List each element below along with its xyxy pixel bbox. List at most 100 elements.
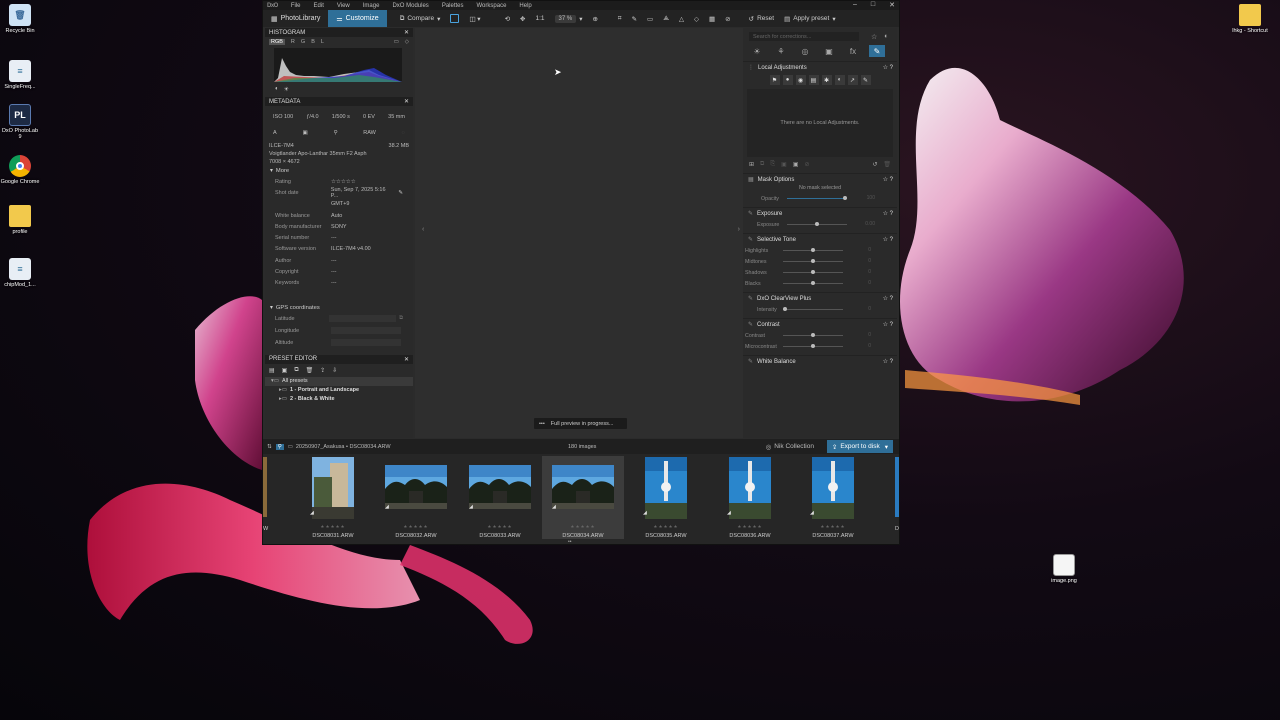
nik-collection-button[interactable]: ◎ Nik Collection <box>761 440 819 453</box>
intensity-slider[interactable] <box>783 307 843 311</box>
help-icon[interactable]: ? <box>890 211 893 217</box>
color-tab-icon[interactable]: ⚘ <box>773 45 789 57</box>
help-icon[interactable]: ? <box>890 177 893 183</box>
star-icon[interactable]: ☆ <box>883 65 888 71</box>
moon-icon[interactable]: ◐ <box>275 86 279 93</box>
clipping-icon[interactable]: ◇ <box>405 39 409 45</box>
thumbnail-rating[interactable]: ★★★★★ <box>542 524 624 530</box>
contrast-value[interactable]: 0 <box>851 332 871 339</box>
clearview-header[interactable]: ✎ DxO ClearView Plus ☆ ? <box>743 292 897 304</box>
edit-icon[interactable]: ✎ <box>398 190 403 196</box>
close-icon[interactable]: ✕ <box>404 356 409 363</box>
midtones-slider[interactable] <box>783 259 843 263</box>
highlights-slider[interactable] <box>783 248 843 252</box>
duplicate-icon[interactable]: ⧉ <box>760 161 764 168</box>
exposure-slider[interactable] <box>787 222 847 226</box>
gps-toggle[interactable]: ▾ GPS coordinates <box>265 303 413 313</box>
add-mask-icon[interactable]: ⊞ <box>749 161 754 168</box>
repair-button[interactable]: ◇ <box>689 15 704 23</box>
shadows-slider[interactable] <box>783 270 843 274</box>
filter-icon[interactable]: ⚲ <box>275 443 284 450</box>
preset-tree-item[interactable]: ▸▭ 1 - Portrait and Landscape <box>265 386 413 395</box>
split-view-button[interactable]: ◫ ▾ <box>464 15 485 23</box>
undo-icon[interactable]: ↺ <box>872 161 877 168</box>
close-icon[interactable]: ✕ <box>404 29 409 36</box>
auto-mask-icon[interactable]: ◉ <box>795 75 806 85</box>
eraser-icon[interactable]: ✎ <box>860 75 871 85</box>
menu-palettes[interactable]: Palettes <box>442 3 464 9</box>
star-icon[interactable]: ☆ <box>883 211 888 217</box>
export-preset-icon[interactable]: ⇪ <box>320 367 325 374</box>
slider-knob[interactable] <box>811 344 815 348</box>
collapse-left-icon[interactable]: ‹ <box>422 226 424 233</box>
exposure-header[interactable]: ✎ Exposure ☆ ? <box>743 207 897 219</box>
crop-button[interactable]: ⌗ <box>613 15 627 23</box>
effects-tab-icon[interactable]: fx <box>845 45 861 57</box>
filmstrip-thumbnail[interactable]: ★★★★★ ◢ DSC08031.ARW <box>292 456 374 539</box>
zoom-select[interactable]: 37 % ▾ <box>550 14 588 23</box>
desktop-icon-chipmod[interactable]: ≡ chipMod_1... <box>0 258 40 288</box>
link-icon[interactable]: ⊘ <box>804 161 809 168</box>
desktop-icon-google-chrome[interactable]: Google Chrome <box>0 155 40 185</box>
slider-knob[interactable] <box>811 259 815 263</box>
thumbnail-rating[interactable]: ★★★★★ <box>709 524 791 530</box>
more-toggle[interactable]: ▾ More <box>265 166 413 176</box>
eyedropper-button[interactable]: ✎ <box>627 15 642 23</box>
slider-knob[interactable] <box>843 196 847 200</box>
channel-l[interactable]: L <box>321 39 324 45</box>
slider-knob[interactable] <box>811 281 815 285</box>
detail-tab-icon[interactable]: ◎ <box>797 45 813 57</box>
midtones-value[interactable]: 0 <box>851 258 871 265</box>
desktop-icon-dxo-photolab[interactable]: PL DxO PhotoLab 9 <box>0 104 40 140</box>
copy-icon[interactable]: ⎘ <box>770 161 775 168</box>
help-icon[interactable]: ? <box>890 237 893 243</box>
local-tab-icon[interactable]: ✎ <box>869 45 885 57</box>
star-icon[interactable]: ☆ <box>883 359 888 365</box>
thumbnail-rating[interactable]: ★★★★★ <box>792 524 874 530</box>
desktop-icon-lhkg-shortcut[interactable]: lhkg - Shortcut <box>1230 4 1270 34</box>
rotate-button[interactable]: ⟲ <box>500 15 515 23</box>
slider-knob[interactable] <box>783 307 787 311</box>
preset-tree-item[interactable]: ▸▭ 2 - Black & White <box>265 395 413 404</box>
control-point-icon[interactable]: ⚑ <box>769 75 780 85</box>
thumbnail-rating[interactable]: ★★★★★ <box>625 524 707 530</box>
geometry-tab-icon[interactable]: ▣ <box>821 45 837 57</box>
filmstrip-thumbnail[interactable]: ★★★★★ ◢ DSC08035.ARW <box>625 456 707 539</box>
light-tab-icon[interactable]: ☀ <box>749 45 765 57</box>
slider-knob[interactable] <box>815 222 819 226</box>
thumbnail-rating[interactable]: ★★★★★ <box>375 524 457 530</box>
menu-dxo-modules[interactable]: DxO Modules <box>392 3 428 9</box>
highlights-value[interactable]: 0 <box>851 247 871 254</box>
local-adjustments-header[interactable]: ⋮ Local Adjustments ☆ ? <box>743 61 897 73</box>
duplicate-preset-icon[interactable]: ⧉ <box>294 367 298 374</box>
thumbnail-rating[interactable]: ★★★★★ <box>459 524 541 530</box>
contrast-slider[interactable] <box>783 333 843 337</box>
longitude-input[interactable] <box>331 327 401 335</box>
contrast-header[interactable]: ✎ Contrast ☆ ? <box>743 318 897 330</box>
opacity-slider[interactable] <box>787 196 847 200</box>
slider-knob[interactable] <box>811 248 815 252</box>
import-preset-icon[interactable]: ⇩ <box>332 367 337 374</box>
channel-b[interactable]: B <box>311 39 315 45</box>
slider-knob[interactable] <box>811 333 815 337</box>
invert-icon[interactable]: ▣ <box>793 161 799 168</box>
blacks-slider[interactable] <box>783 281 843 285</box>
opacity-value[interactable]: 100 <box>855 195 875 202</box>
desktop-icon-profile[interactable]: profile <box>0 205 40 235</box>
copy-icon[interactable]: ⧉ <box>399 315 403 322</box>
blacks-value[interactable]: 0 <box>851 280 871 287</box>
sun-icon[interactable]: ☀ <box>284 86 289 93</box>
rating-stars[interactable]: ☆☆☆☆☆ <box>331 179 356 185</box>
help-icon[interactable]: ? <box>890 322 893 328</box>
menu-help[interactable]: Help <box>519 3 531 9</box>
microcontrast-value[interactable]: 0 <box>851 343 871 350</box>
horizon-button[interactable]: ▭ <box>642 15 658 23</box>
selective-tone-header[interactable]: ✎ Selective Tone ☆ ? <box>743 233 897 245</box>
desktop-icon-recycle-bin[interactable]: 🗑 Recycle Bin <box>0 4 40 34</box>
microcontrast-slider[interactable] <box>783 344 843 348</box>
repair-icon[interactable]: ↗ <box>847 75 858 85</box>
image-viewer[interactable]: ‹ › ➤ ••• Full preview in progress... <box>415 28 743 438</box>
close-button[interactable]: ✕ <box>889 1 895 9</box>
reset-button[interactable]: ↺ Reset <box>744 15 779 23</box>
delete-preset-icon[interactable]: 🗑 <box>306 367 314 374</box>
